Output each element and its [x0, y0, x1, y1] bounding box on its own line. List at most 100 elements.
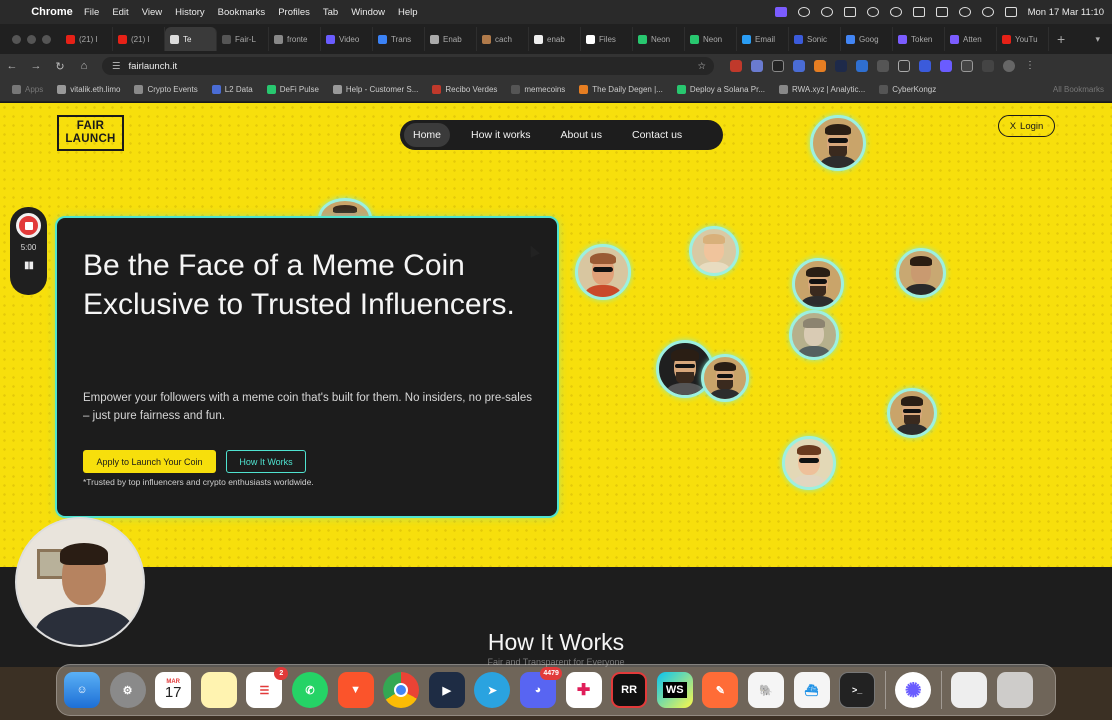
ai-assistant-icon[interactable]: ✺ [895, 672, 932, 708]
url-text[interactable]: fairlaunch.it [129, 61, 178, 72]
profile-avatar[interactable] [1003, 60, 1015, 72]
browser-tab[interactable]: Trans [373, 27, 425, 51]
influencer-avatar[interactable] [792, 258, 844, 310]
settings-gear-icon[interactable] [797, 7, 810, 17]
extensions-puzzle-icon[interactable] [961, 60, 973, 72]
extension-icon[interactable] [940, 60, 952, 72]
site-info-icon[interactable]: ☰ [112, 61, 121, 72]
docker-icon[interactable]: ⛴ [793, 672, 830, 708]
bookmark-item[interactable]: memecoins [511, 85, 565, 94]
influencer-avatar[interactable] [701, 354, 749, 402]
site-logo[interactable]: FAIR LAUNCH [57, 115, 124, 151]
clock-icon[interactable] [889, 7, 902, 17]
browser-tab[interactable]: Neon [685, 27, 737, 51]
bookmark-star-icon[interactable]: ☆ [697, 61, 706, 72]
influencer-avatar[interactable] [575, 244, 631, 300]
bookmark-item[interactable]: Apps [12, 85, 43, 94]
browser-tab[interactable]: YouTu [997, 27, 1049, 51]
extension-icon[interactable] [772, 60, 784, 72]
reading-list-icon[interactable] [982, 60, 994, 72]
menu-edit[interactable]: Edit [112, 7, 128, 18]
zoom-window-icon[interactable] [42, 34, 51, 44]
browser-tab[interactable]: Fair-L [217, 27, 269, 51]
wifi-icon[interactable] [958, 7, 971, 17]
control-center-icon[interactable] [1004, 7, 1017, 17]
pause-recording-icon[interactable]: ▮▮ [24, 260, 34, 271]
close-window-icon[interactable] [12, 34, 21, 44]
extension-icon[interactable] [877, 60, 889, 72]
menubar-clock[interactable]: Mon 17 Mar 11:10 [1028, 7, 1104, 18]
bookmark-item[interactable]: Crypto Events [134, 85, 198, 94]
extension-icon[interactable] [898, 60, 910, 72]
chrome-icon[interactable] [383, 672, 420, 708]
influencer-avatar[interactable] [689, 226, 739, 276]
postman-icon[interactable]: ✎ [702, 672, 739, 708]
tab-search-chevron-icon[interactable]: ▾ [1095, 34, 1100, 45]
stop-recording-button[interactable] [16, 213, 41, 238]
bookmark-item[interactable]: Help - Customer S... [332, 85, 418, 94]
menu-help[interactable]: Help [398, 7, 418, 18]
bookmark-item[interactable]: DeFi Pulse [266, 85, 319, 94]
menu-history[interactable]: History [175, 7, 205, 18]
extension-icon[interactable] [814, 60, 826, 72]
extension-icon[interactable] [856, 60, 868, 72]
calendar-app-icon[interactable]: MAR 17 [155, 672, 192, 708]
apply-launch-coin-button[interactable]: Apply to Launch Your Coin [83, 450, 216, 473]
calendar-icon[interactable] [912, 7, 925, 17]
extension-icon[interactable] [919, 60, 931, 72]
play-icon[interactable] [866, 7, 879, 17]
menu-bookmarks[interactable]: Bookmarks [218, 7, 266, 18]
browser-tab[interactable]: (21) I [113, 27, 165, 51]
minimize-window-icon[interactable] [27, 34, 36, 44]
spotlight-search-icon[interactable] [981, 7, 994, 17]
browser-tab[interactable]: Atten [945, 27, 997, 51]
browser-tab[interactable]: (21) I [61, 27, 113, 51]
screen-mirror-icon[interactable] [774, 7, 787, 17]
browser-tab[interactable]: cach [477, 27, 529, 51]
telegram-icon[interactable]: ➤ [474, 672, 511, 708]
how-it-works-button[interactable]: How It Works [226, 450, 306, 473]
reminders-icon[interactable]: ☰ 2 [246, 667, 289, 708]
postgres-icon[interactable]: 🐘 [747, 672, 784, 708]
trash-icon[interactable] [997, 672, 1034, 708]
terminal-icon[interactable]: >_ [839, 672, 876, 708]
home-icon[interactable]: ⌂ [72, 60, 96, 72]
finder-icon[interactable]: ☺ [64, 672, 100, 708]
cloud-icon[interactable] [820, 7, 833, 17]
browser-tab[interactable]: fronte [269, 27, 321, 51]
address-bar[interactable]: ☰ fairlaunch.it ☆ [102, 57, 714, 75]
documents-folder-icon[interactable] [951, 672, 988, 708]
bookmark-item[interactable]: Recibo Verdes [432, 85, 497, 94]
all-bookmarks-link[interactable]: All Bookmarks [1053, 85, 1104, 94]
nav-how-it-works[interactable]: How it works [462, 123, 540, 147]
menu-file[interactable]: File [84, 7, 99, 18]
code-editor-icon[interactable]: ▶ [428, 672, 465, 708]
menu-profiles[interactable]: Profiles [278, 7, 310, 18]
webstorm-icon[interactable]: WS [656, 672, 693, 708]
battery-icon[interactable] [935, 7, 948, 17]
nav-contact-us[interactable]: Contact us [623, 123, 691, 147]
back-icon[interactable]: ← [0, 60, 24, 72]
influencer-avatar[interactable] [782, 436, 836, 490]
rubymine-icon[interactable]: RR [611, 672, 648, 708]
browser-tab[interactable]: Files [581, 27, 633, 51]
bookmark-item[interactable]: The Daily Degen |... [579, 85, 663, 94]
login-with-x-button[interactable]: X Login [998, 115, 1055, 137]
menu-window[interactable]: Window [351, 7, 385, 18]
reload-icon[interactable]: ↻ [48, 60, 72, 73]
bookmark-item[interactable]: RWA.xyz | Analytic... [779, 85, 865, 94]
browser-tab[interactable]: Email [737, 27, 789, 51]
browser-tab[interactable]: Goog [841, 27, 893, 51]
slack-icon[interactable]: ✚ [565, 672, 602, 708]
more-menu-icon[interactable]: ⋮ [1024, 60, 1036, 72]
browser-tab[interactable]: Token [893, 27, 945, 51]
browser-tab[interactable]: enab [529, 27, 581, 51]
browser-tab[interactable]: Te [165, 27, 217, 51]
menu-view[interactable]: View [142, 7, 162, 18]
browser-tab[interactable]: Sonic [789, 27, 841, 51]
bookmark-item[interactable]: L2 Data [211, 85, 253, 94]
nav-about-us[interactable]: About us [552, 123, 611, 147]
influencer-avatar[interactable] [896, 248, 946, 298]
vpn-icon[interactable] [843, 7, 856, 17]
whatsapp-icon[interactable]: ✆ [291, 672, 328, 708]
